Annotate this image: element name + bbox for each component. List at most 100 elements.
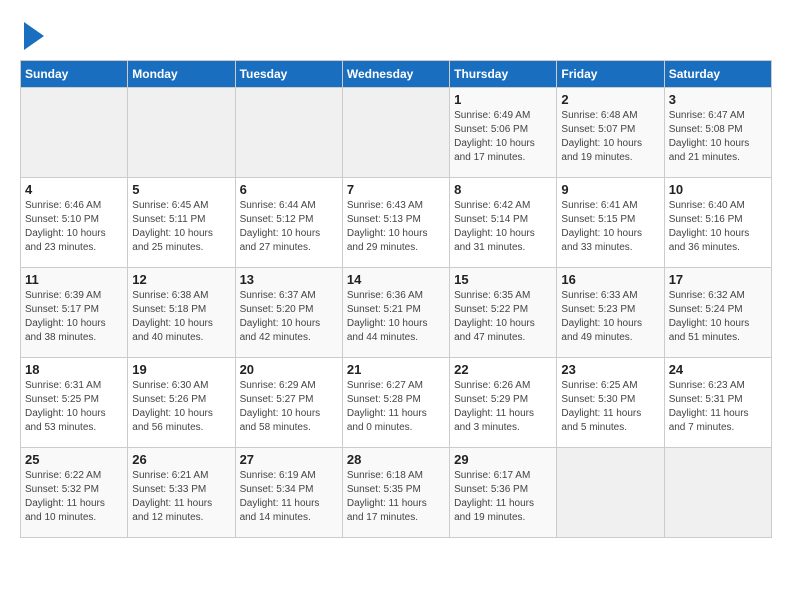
- day-info: Sunrise: 6:39 AM Sunset: 5:17 PM Dayligh…: [25, 289, 123, 345]
- day-info: Sunrise: 6:46 AM Sunset: 5:10 PM Dayligh…: [25, 199, 123, 255]
- calendar-cell: 9 Sunrise: 6:41 AM Sunset: 5:15 PM Daylig…: [557, 178, 664, 268]
- day-info: Sunrise: 6:27 AM Sunset: 5:28 PM Dayligh…: [347, 379, 445, 435]
- day-number: 15: [454, 272, 552, 287]
- day-info: Sunrise: 6:35 AM Sunset: 5:22 PM Dayligh…: [454, 289, 552, 345]
- day-number: 9: [561, 182, 659, 197]
- calendar-cell: 16 Sunrise: 6:33 AM Sunset: 5:23 PM Dayli…: [557, 268, 664, 358]
- day-info: Sunrise: 6:25 AM Sunset: 5:30 PM Dayligh…: [561, 379, 659, 435]
- calendar-cell: 11 Sunrise: 6:39 AM Sunset: 5:17 PM Dayli…: [21, 268, 128, 358]
- day-info: Sunrise: 6:49 AM Sunset: 5:06 PM Dayligh…: [454, 109, 552, 165]
- calendar-cell: 7 Sunrise: 6:43 AM Sunset: 5:13 PM Daylig…: [342, 178, 449, 268]
- weekday-header-thursday: Thursday: [450, 61, 557, 88]
- day-info: Sunrise: 6:41 AM Sunset: 5:15 PM Dayligh…: [561, 199, 659, 255]
- day-info: Sunrise: 6:43 AM Sunset: 5:13 PM Dayligh…: [347, 199, 445, 255]
- calendar-cell: 27 Sunrise: 6:19 AM Sunset: 5:34 PM Dayli…: [235, 448, 342, 538]
- calendar-cell: 10 Sunrise: 6:40 AM Sunset: 5:16 PM Dayli…: [664, 178, 771, 268]
- day-info: Sunrise: 6:33 AM Sunset: 5:23 PM Dayligh…: [561, 289, 659, 345]
- calendar-cell: 2 Sunrise: 6:48 AM Sunset: 5:07 PM Daylig…: [557, 88, 664, 178]
- calendar-cell: [664, 448, 771, 538]
- page-header: [20, 20, 772, 50]
- calendar-cell: [128, 88, 235, 178]
- day-info: Sunrise: 6:44 AM Sunset: 5:12 PM Dayligh…: [240, 199, 338, 255]
- day-info: Sunrise: 6:45 AM Sunset: 5:11 PM Dayligh…: [132, 199, 230, 255]
- weekday-header-saturday: Saturday: [664, 61, 771, 88]
- day-number: 12: [132, 272, 230, 287]
- calendar-cell: [21, 88, 128, 178]
- calendar-cell: 26 Sunrise: 6:21 AM Sunset: 5:33 PM Dayli…: [128, 448, 235, 538]
- calendar-cell: 15 Sunrise: 6:35 AM Sunset: 5:22 PM Dayli…: [450, 268, 557, 358]
- day-number: 11: [25, 272, 123, 287]
- calendar-cell: 24 Sunrise: 6:23 AM Sunset: 5:31 PM Dayli…: [664, 358, 771, 448]
- weekday-header-sunday: Sunday: [21, 61, 128, 88]
- logo-arrow-icon: [24, 22, 44, 50]
- day-info: Sunrise: 6:30 AM Sunset: 5:26 PM Dayligh…: [132, 379, 230, 435]
- weekday-header-wednesday: Wednesday: [342, 61, 449, 88]
- calendar-cell: 14 Sunrise: 6:36 AM Sunset: 5:21 PM Dayli…: [342, 268, 449, 358]
- day-number: 7: [347, 182, 445, 197]
- day-number: 17: [669, 272, 767, 287]
- day-info: Sunrise: 6:22 AM Sunset: 5:32 PM Dayligh…: [25, 469, 123, 525]
- day-info: Sunrise: 6:47 AM Sunset: 5:08 PM Dayligh…: [669, 109, 767, 165]
- day-number: 14: [347, 272, 445, 287]
- calendar-cell: 28 Sunrise: 6:18 AM Sunset: 5:35 PM Dayli…: [342, 448, 449, 538]
- day-number: 28: [347, 452, 445, 467]
- calendar-cell: 6 Sunrise: 6:44 AM Sunset: 5:12 PM Daylig…: [235, 178, 342, 268]
- day-number: 20: [240, 362, 338, 377]
- calendar-cell: 17 Sunrise: 6:32 AM Sunset: 5:24 PM Dayli…: [664, 268, 771, 358]
- day-number: 13: [240, 272, 338, 287]
- calendar-cell: 25 Sunrise: 6:22 AM Sunset: 5:32 PM Dayli…: [21, 448, 128, 538]
- day-info: Sunrise: 6:40 AM Sunset: 5:16 PM Dayligh…: [669, 199, 767, 255]
- day-info: Sunrise: 6:32 AM Sunset: 5:24 PM Dayligh…: [669, 289, 767, 345]
- calendar-cell: 20 Sunrise: 6:29 AM Sunset: 5:27 PM Dayli…: [235, 358, 342, 448]
- day-number: 5: [132, 182, 230, 197]
- day-info: Sunrise: 6:18 AM Sunset: 5:35 PM Dayligh…: [347, 469, 445, 525]
- calendar-cell: [557, 448, 664, 538]
- day-info: Sunrise: 6:17 AM Sunset: 5:36 PM Dayligh…: [454, 469, 552, 525]
- day-info: Sunrise: 6:23 AM Sunset: 5:31 PM Dayligh…: [669, 379, 767, 435]
- calendar-cell: 19 Sunrise: 6:30 AM Sunset: 5:26 PM Dayli…: [128, 358, 235, 448]
- day-number: 26: [132, 452, 230, 467]
- day-info: Sunrise: 6:29 AM Sunset: 5:27 PM Dayligh…: [240, 379, 338, 435]
- calendar-cell: 13 Sunrise: 6:37 AM Sunset: 5:20 PM Dayli…: [235, 268, 342, 358]
- day-number: 8: [454, 182, 552, 197]
- calendar-cell: 23Sunrise: 6:25 AM Sunset: 5:30 PM Dayli…: [557, 358, 664, 448]
- weekday-header-monday: Monday: [128, 61, 235, 88]
- calendar-cell: [235, 88, 342, 178]
- day-info: Sunrise: 6:42 AM Sunset: 5:14 PM Dayligh…: [454, 199, 552, 255]
- day-info: Sunrise: 6:19 AM Sunset: 5:34 PM Dayligh…: [240, 469, 338, 525]
- day-number: 4: [25, 182, 123, 197]
- day-info: Sunrise: 6:37 AM Sunset: 5:20 PM Dayligh…: [240, 289, 338, 345]
- calendar-cell: 8 Sunrise: 6:42 AM Sunset: 5:14 PM Daylig…: [450, 178, 557, 268]
- day-number: 27: [240, 452, 338, 467]
- logo: [20, 20, 44, 50]
- weekday-header-friday: Friday: [557, 61, 664, 88]
- day-info: Sunrise: 6:36 AM Sunset: 5:21 PM Dayligh…: [347, 289, 445, 345]
- day-number: 24: [669, 362, 767, 377]
- day-info: Sunrise: 6:31 AM Sunset: 5:25 PM Dayligh…: [25, 379, 123, 435]
- calendar-table: SundayMondayTuesdayWednesdayThursdayFrid…: [20, 60, 772, 538]
- day-number: 22: [454, 362, 552, 377]
- day-number: 19: [132, 362, 230, 377]
- day-info: Sunrise: 6:26 AM Sunset: 5:29 PM Dayligh…: [454, 379, 552, 435]
- calendar-cell: 18 Sunrise: 6:31 AM Sunset: 5:25 PM Dayli…: [21, 358, 128, 448]
- calendar-cell: 22 Sunrise: 6:26 AM Sunset: 5:29 PM Dayli…: [450, 358, 557, 448]
- day-info: Sunrise: 6:21 AM Sunset: 5:33 PM Dayligh…: [132, 469, 230, 525]
- day-number: 25: [25, 452, 123, 467]
- day-number: 16: [561, 272, 659, 287]
- day-number: 2: [561, 92, 659, 107]
- calendar-cell: 5 Sunrise: 6:45 AM Sunset: 5:11 PM Daylig…: [128, 178, 235, 268]
- calendar-cell: 21 Sunrise: 6:27 AM Sunset: 5:28 PM Dayli…: [342, 358, 449, 448]
- day-info: Sunrise: 6:38 AM Sunset: 5:18 PM Dayligh…: [132, 289, 230, 345]
- calendar-cell: 29 Sunrise: 6:17 AM Sunset: 5:36 PM Dayli…: [450, 448, 557, 538]
- day-number: 10: [669, 182, 767, 197]
- calendar-cell: 12 Sunrise: 6:38 AM Sunset: 5:18 PM Dayli…: [128, 268, 235, 358]
- day-number: 6: [240, 182, 338, 197]
- calendar-cell: 1Sunrise: 6:49 AM Sunset: 5:06 PM Daylig…: [450, 88, 557, 178]
- day-number: 18: [25, 362, 123, 377]
- weekday-header-tuesday: Tuesday: [235, 61, 342, 88]
- calendar-cell: 3 Sunrise: 6:47 AM Sunset: 5:08 PM Daylig…: [664, 88, 771, 178]
- day-number: 29: [454, 452, 552, 467]
- day-number: 21: [347, 362, 445, 377]
- day-number: 3: [669, 92, 767, 107]
- day-info: Sunrise: 6:48 AM Sunset: 5:07 PM Dayligh…: [561, 109, 659, 165]
